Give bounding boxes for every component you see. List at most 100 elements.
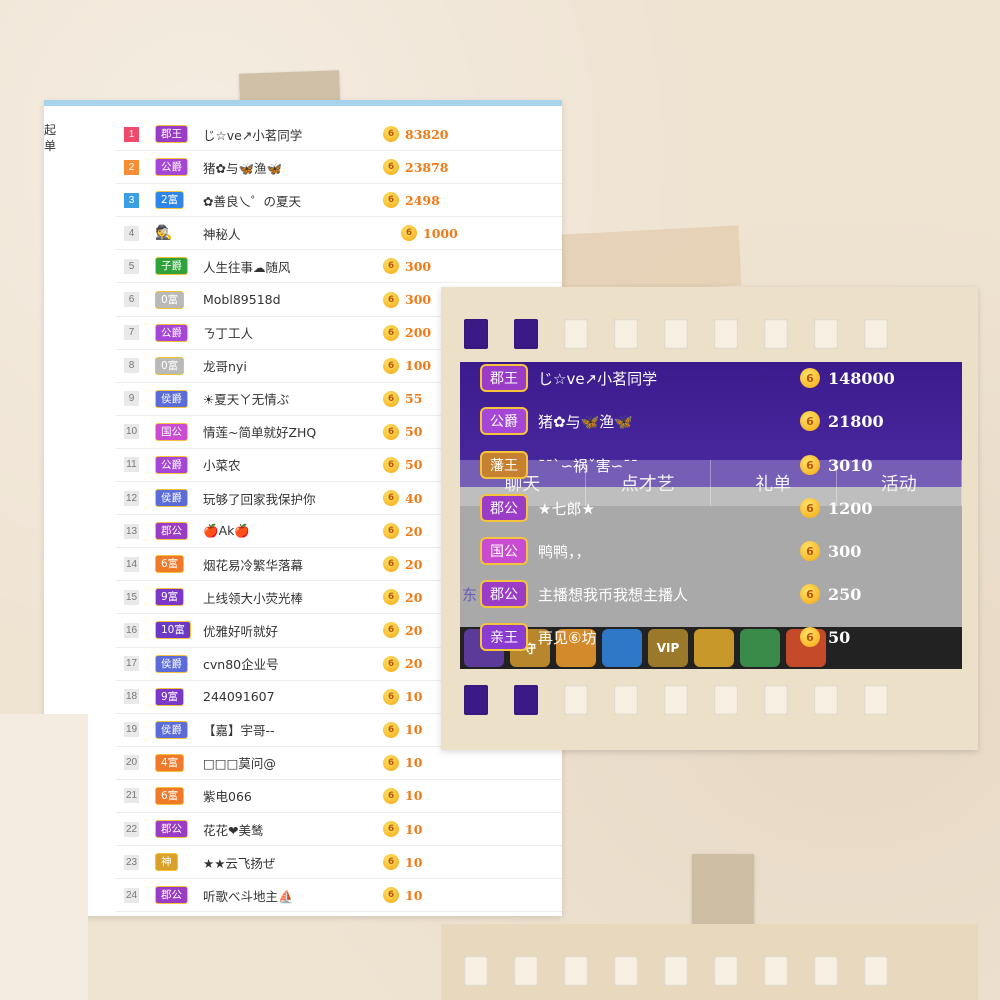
leaderboard-row[interactable]: 21 6富 紫电066 6 10: [116, 780, 562, 813]
user-name[interactable]: 【嘉】宇哥--: [203, 720, 383, 739]
coin-icon: 6: [383, 688, 399, 705]
film-ranking-row[interactable]: 郡公 ★七郎★ 6 1200: [480, 493, 960, 523]
rank-number: 16: [124, 622, 139, 638]
coin-amount: 300: [405, 292, 432, 308]
coin-amount: 20: [405, 556, 423, 572]
film-hole: [714, 956, 738, 986]
film-hole: [714, 319, 738, 349]
film-ranking-row[interactable]: 郡王 じ☆ve↗小茗同学 6 148000: [480, 363, 960, 393]
left-edge-label: 东: [462, 586, 478, 604]
paper-cover-patch: [0, 714, 88, 1000]
badge-slot: 0富: [155, 356, 203, 375]
rank-badge: 藩王: [480, 451, 528, 479]
badge-slot: 6富: [155, 555, 203, 574]
user-name[interactable]: 听歌べ斗地主⛵: [203, 886, 383, 905]
user-name[interactable]: 🍎Ak🍎: [203, 523, 383, 539]
leaderboard-row[interactable]: 4 🕵 神秘人 6 1000: [116, 217, 562, 251]
coin-amount: 1200: [828, 498, 873, 518]
user-name[interactable]: Mobl89518d: [203, 292, 383, 307]
user-name[interactable]: 龙哥nyi: [203, 356, 383, 375]
coin-amount: 148000: [828, 368, 895, 388]
film-hole: [514, 685, 538, 715]
badge-slot: 神: [155, 853, 203, 872]
user-name[interactable]: 玩够了回家我保护你: [203, 489, 383, 508]
film-hole: [664, 319, 688, 349]
badge-slot: 侯爵: [155, 489, 203, 508]
rank-number: 7: [124, 325, 139, 341]
film-hole: [564, 319, 588, 349]
user-name[interactable]: 烟花易冷繁华落幕: [203, 555, 383, 574]
user-name[interactable]: じ☆ve↗小茗同学: [203, 125, 383, 144]
leaderboard-row[interactable]: 24 郡公 听歌べ斗地主⛵ 6 10: [116, 879, 562, 913]
leaderboard-top-bar: [44, 100, 562, 106]
rank-badge: 公爵: [155, 158, 188, 177]
rank-badge: 公爵: [155, 323, 188, 342]
film-holes-bottom: [464, 685, 888, 715]
rank-number: 2: [124, 159, 139, 175]
user-name[interactable]: 紫电066: [203, 786, 383, 805]
film-ranking-row[interactable]: 藩王 ˉˉˋ∽祸ˇ害∽ˉˉ 6 3010: [480, 450, 960, 480]
user-name[interactable]: ✿善良乀゜の夏天: [203, 191, 383, 210]
rank-number: 19: [124, 722, 139, 738]
leaderboard-row[interactable]: 20 4富 □□□莫问@ 6 10: [116, 747, 562, 780]
film-hole: [764, 319, 788, 349]
user-name[interactable]: 猪✿与🦋渔🦋: [538, 411, 768, 432]
film-hole: [664, 685, 688, 715]
rank-number: 12: [124, 490, 139, 506]
user-name[interactable]: 猪✿与🦋渔🦋: [203, 158, 383, 177]
user-name[interactable]: ☀夏天ㄚ无情ぶ: [203, 389, 383, 408]
film-hole: [614, 685, 638, 715]
rank-badge: 9富: [155, 588, 185, 607]
user-name[interactable]: ˉˉˋ∽祸ˇ害∽ˉˉ: [538, 455, 768, 476]
user-name[interactable]: ㄋ丁工人: [203, 323, 383, 342]
film-strip-panel: 聊天 点才艺 礼单 活动 东 守 VIP 郡王 じ☆ve↗小茗同学 6 148000 公爵…: [441, 287, 978, 750]
rank-badge: 郡王: [480, 364, 528, 392]
film-ranking-row[interactable]: 亲王 再见⑥坊 6 50: [480, 622, 960, 652]
film-strip-bottom: [441, 924, 978, 1000]
film-hole: [514, 956, 538, 986]
user-name[interactable]: 神秘人: [203, 224, 401, 243]
user-name[interactable]: 主播想我币我想主播人: [538, 584, 768, 605]
film-hole: [614, 956, 638, 986]
user-name[interactable]: 优雅好听就好: [203, 621, 383, 640]
user-name[interactable]: 小菜农: [203, 455, 383, 474]
user-name[interactable]: 人生往事☁随风: [203, 257, 383, 276]
user-name[interactable]: ★七郎★: [538, 498, 768, 519]
coin-amount: 20: [405, 622, 423, 638]
rank-number: 9: [124, 391, 139, 407]
coin-amount: 2498: [405, 192, 440, 208]
rank-number: 15: [124, 589, 139, 605]
coin-amount: 50: [405, 424, 423, 440]
leaderboard-row[interactable]: 5 子爵 人生往事☁随风 6 300: [116, 250, 562, 284]
leaderboard-row[interactable]: 1 郡王 じ☆ve↗小茗同学 6 83820: [116, 118, 562, 152]
film-hole: [564, 956, 588, 986]
leaderboard-row[interactable]: 22 郡公 花花❤美鸶 6 10: [116, 813, 562, 847]
coin-icon: 6: [383, 854, 399, 871]
user-name[interactable]: 上线领大小荧光棒: [203, 588, 383, 607]
rank-badge: 郡公: [480, 580, 528, 608]
leaderboard-row[interactable]: 3 2富 ✿善良乀゜の夏天 6 2498: [116, 184, 562, 218]
film-holes-lower: [464, 956, 888, 986]
user-name[interactable]: 鸭鸭，，: [538, 541, 768, 562]
user-name[interactable]: 情莲~简单就好ZHQ: [203, 422, 383, 441]
leaderboard-row[interactable]: 23 神 ★★云飞扬ぜ 6 10: [116, 846, 562, 880]
coin-icon: 6: [383, 291, 399, 308]
film-hole: [764, 956, 788, 986]
user-name[interactable]: じ☆ve↗小茗同学: [538, 368, 768, 389]
film-ranking-row[interactable]: 国公 鸭鸭，， 6 300: [480, 536, 960, 566]
film-holes-top: [464, 319, 888, 349]
badge-slot: 国公: [155, 422, 203, 441]
user-name[interactable]: 244091607: [203, 689, 383, 704]
coin-amount: 3010: [828, 455, 873, 475]
leaderboard-row[interactable]: 2 公爵 猪✿与🦋渔🦋 6 23878: [116, 151, 562, 185]
user-name[interactable]: ★★云飞扬ぜ: [203, 853, 383, 872]
coin-amount: 55: [405, 391, 423, 407]
user-name[interactable]: 再见⑥坊: [538, 627, 768, 648]
film-ranking-row[interactable]: 公爵 猪✿与🦋渔🦋 6 21800: [480, 406, 960, 436]
user-name[interactable]: □□□莫问@: [203, 753, 383, 772]
user-name[interactable]: cvn80企业号: [203, 654, 383, 673]
coin-amount: 10: [405, 821, 423, 837]
film-ranking-row[interactable]: 郡公 主播想我币我想主播人 6 250: [480, 579, 960, 609]
badge-slot: 侯爵: [155, 654, 203, 673]
user-name[interactable]: 花花❤美鸶: [203, 820, 383, 839]
